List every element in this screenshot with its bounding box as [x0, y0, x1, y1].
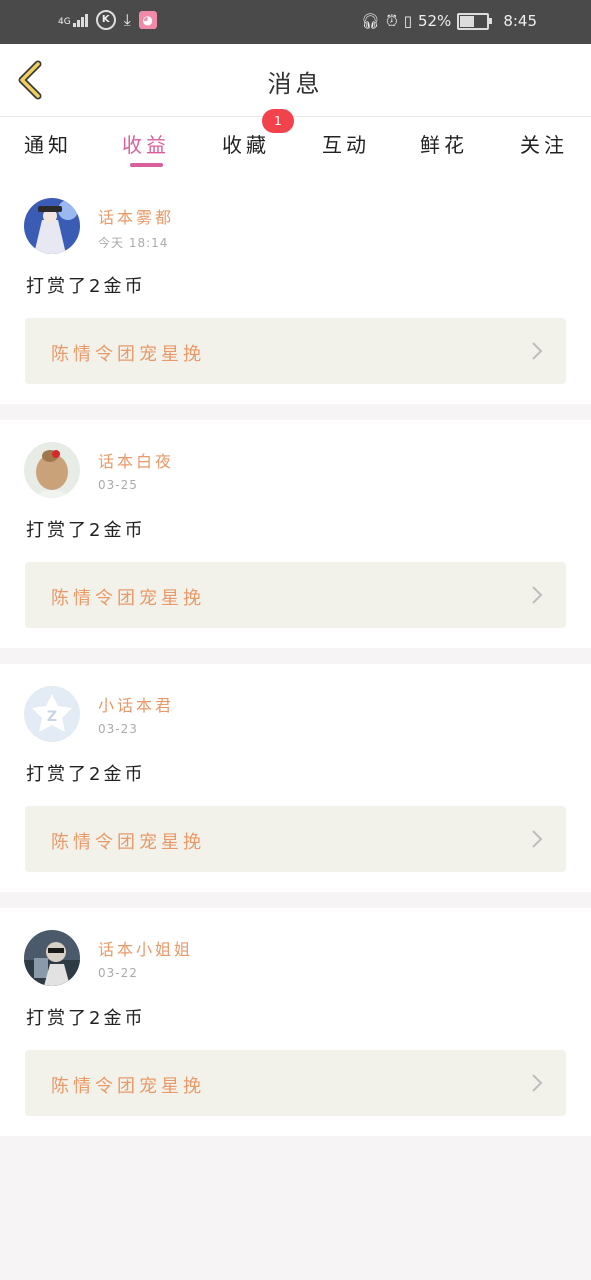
message-text: 打赏了2金币: [26, 520, 146, 541]
story-link[interactable]: 陈情令团宠星挽: [25, 806, 566, 872]
chevron-right-icon: [532, 342, 543, 360]
avatar[interactable]: [24, 198, 80, 254]
story-link[interactable]: 陈情令团宠星挽: [25, 1050, 566, 1116]
story-title: 陈情令团宠星挽: [51, 344, 205, 365]
timestamp: 03-22: [98, 966, 138, 980]
list-item: Z 小话本君 03-23 打赏了2金币 陈情令团宠星挽: [0, 664, 591, 892]
story-link[interactable]: 陈情令团宠星挽: [25, 562, 566, 628]
avatar[interactable]: [24, 442, 80, 498]
clock: 8:45: [503, 12, 537, 30]
active-tab-indicator: [130, 163, 163, 167]
signal-bars-icon: [72, 13, 88, 27]
alarm-icon: ⏰︎: [386, 12, 398, 30]
tab-following[interactable]: 关注: [514, 129, 574, 158]
tab-interactions[interactable]: 互动: [316, 129, 376, 158]
username[interactable]: 话本小姐姐: [98, 936, 193, 960]
story-title: 陈情令团宠星挽: [51, 1076, 205, 1097]
tab-bar: 通知 收益 收藏 互动 鲜花 关注: [0, 117, 591, 177]
battery-icon: [457, 12, 493, 30]
timestamp: 03-25: [98, 478, 138, 492]
message-text: 打赏了2金币: [26, 764, 146, 785]
story-title: 陈情令团宠星挽: [51, 588, 205, 609]
list-item: 话本雾都 今天 18:14 打赏了2金币 陈情令团宠星挽: [0, 176, 591, 404]
tab-favorites[interactable]: 收藏: [216, 129, 276, 158]
network-type: 4G: [58, 17, 71, 27]
story-title: 陈情令团宠星挽: [51, 832, 205, 853]
avatar[interactable]: Z: [24, 686, 80, 742]
chevron-right-icon: [532, 1074, 543, 1092]
tab-notifications[interactable]: 通知: [18, 129, 78, 158]
battery-percent: 52%: [417, 12, 452, 30]
message-text: 打赏了2金币: [26, 276, 146, 297]
chevron-right-icon: [532, 830, 543, 848]
avatar[interactable]: [24, 930, 80, 986]
page-title: 消息: [267, 70, 324, 98]
timestamp: 今天 18:14: [98, 236, 169, 250]
timestamp: 03-23: [98, 722, 138, 736]
username[interactable]: 话本雾都: [98, 204, 174, 228]
list-item: 话本白夜 03-25 打赏了2金币 陈情令团宠星挽: [0, 420, 591, 648]
signal-indicator: 4G: [58, 13, 88, 27]
headset-icon: 🎧︎: [360, 12, 380, 30]
message-text: 打赏了2金币: [26, 1008, 146, 1029]
download-icon: ⤓: [123, 10, 131, 29]
username[interactable]: 小话本君: [98, 692, 174, 716]
tab-earnings[interactable]: 收益: [116, 129, 176, 158]
k-app-icon: K: [95, 10, 116, 30]
chevron-right-icon: [532, 586, 543, 604]
status-bar: 4G K ⤓ ◕ 🎧︎ ⏰︎ ▯ 52% 8:45: [0, 0, 591, 44]
list-item: 话本小姐姐 03-22 打赏了2金币 陈情令团宠星挽: [0, 908, 591, 1136]
header: 消息: [0, 44, 591, 117]
vibrate-icon: ▯: [403, 12, 412, 30]
cat-app-icon: ◕: [138, 11, 157, 29]
favorites-badge: 1: [262, 109, 294, 133]
username[interactable]: 话本白夜: [98, 448, 174, 472]
svg-text:Z: Z: [47, 709, 57, 725]
tab-flowers[interactable]: 鲜花: [414, 129, 474, 158]
story-link[interactable]: 陈情令团宠星挽: [25, 318, 566, 384]
